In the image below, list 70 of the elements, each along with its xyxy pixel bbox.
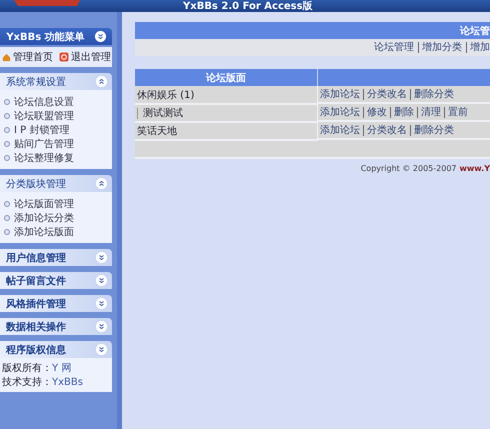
action-link[interactable]: 分类改名: [363, 88, 407, 100]
menu-item[interactable]: I P 封锁管理: [14, 123, 70, 137]
section-title: 风格插件管理: [6, 298, 66, 310]
logo-drawing: [12, 0, 82, 6]
info-value: YxBBs: [52, 377, 83, 388]
bullet-icon: [4, 141, 10, 147]
panel-title: 论坛管: [460, 24, 490, 38]
forum-name: 休闲娱乐 (1): [137, 90, 194, 100]
action-link[interactable]: 分类改名: [363, 124, 407, 136]
bullet-icon: [4, 215, 10, 221]
section-header[interactable]: 帖子留言文件: [0, 272, 112, 289]
app-title: YxBBs 2.0 For Access版: [183, 1, 313, 12]
bullet-icon: [4, 113, 10, 119]
copyright-text: Copyright © 2005-2007: [360, 164, 456, 173]
bullet-icon: [4, 99, 10, 105]
nav-link[interactable]: 增加: [466, 42, 490, 53]
expand-icon[interactable]: [96, 321, 107, 332]
bullet-icon: [4, 201, 10, 207]
section-title: 数据相关操作: [6, 320, 66, 334]
column-header: 论坛版面: [135, 69, 318, 86]
expand-icon[interactable]: [96, 252, 107, 263]
action-link[interactable]: 删除分类: [410, 124, 454, 136]
bullet-icon: [4, 127, 10, 133]
menu-item[interactable]: 贴间广告管理: [14, 137, 74, 151]
section-header[interactable]: 程序版权信息: [0, 341, 112, 358]
menu-item[interactable]: 论坛整理修复: [14, 151, 74, 165]
menu-link[interactable]: 管理首页: [2, 50, 53, 64]
section-title: 用户信息管理: [6, 251, 66, 264]
site-link[interactable]: www.Y: [460, 164, 490, 173]
menu-title: YxBBs 功能菜单: [6, 30, 85, 44]
exit-icon: [59, 52, 69, 62]
collapse-icon[interactable]: [96, 178, 107, 189]
action-link[interactable]: 置前: [444, 106, 468, 118]
section-header[interactable]: 风格插件管理: [0, 295, 112, 312]
action-link[interactable]: 删除: [390, 106, 414, 118]
bullet-icon: [4, 155, 10, 161]
action-link[interactable]: 清理: [417, 106, 441, 118]
action-link[interactable]: 删除分类: [410, 88, 454, 100]
info-label: 技术支持：: [2, 377, 52, 388]
section-header[interactable]: 数据相关操作: [0, 318, 112, 335]
home-icon: [2, 52, 11, 62]
action-link[interactable]: 添加论坛: [320, 106, 360, 118]
forum-name: 测试测试: [137, 108, 183, 119]
section-title: 分类版块管理: [6, 178, 66, 190]
collapse-icon[interactable]: [94, 31, 106, 42]
section-title: 系统常规设置: [6, 76, 66, 88]
action-link[interactable]: 修改: [363, 106, 387, 118]
nav-link[interactable]: 论坛管理: [374, 42, 414, 53]
nav-link[interactable]: 增加分类: [418, 42, 462, 53]
expand-icon[interactable]: [96, 344, 107, 355]
action-link[interactable]: 添加论坛: [320, 88, 360, 100]
section-header[interactable]: 用户信息管理: [0, 249, 112, 266]
section-header[interactable]: 分类版块管理: [0, 175, 112, 192]
menu-link[interactable]: 退出管理: [59, 50, 111, 64]
action-link[interactable]: 添加论坛: [320, 124, 360, 136]
menu-item[interactable]: 论坛信息设置: [14, 95, 74, 109]
forum-name: 笑话天地: [137, 126, 177, 137]
expand-icon[interactable]: [96, 298, 107, 309]
section-title: 帖子留言文件: [6, 274, 66, 288]
expand-icon[interactable]: [96, 275, 107, 286]
info-value: Y 网: [52, 363, 72, 374]
menu-item[interactable]: 添加论坛分类: [14, 211, 74, 225]
bullet-icon: [4, 229, 10, 235]
section-header[interactable]: 系统常规设置: [0, 73, 112, 90]
info-label: 版权所有：: [2, 363, 52, 374]
menu-item[interactable]: 论坛版面管理: [14, 197, 74, 211]
menu-item[interactable]: 添加论坛版面: [14, 225, 74, 239]
collapse-icon[interactable]: [96, 76, 107, 87]
section-title: 程序版权信息: [6, 343, 66, 356]
menu-item[interactable]: 论坛联盟管理: [14, 109, 74, 123]
